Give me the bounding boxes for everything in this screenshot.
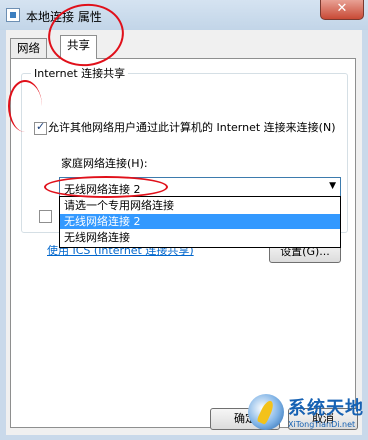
watermark: 系统天地 XiTongTianDi.net bbox=[246, 392, 368, 440]
dropdown-option-selected[interactable]: 无线网络连接 2 bbox=[60, 214, 340, 229]
allow-share-checkbox[interactable] bbox=[34, 120, 47, 135]
dropdown-option[interactable]: 请选一个专用网络连接 bbox=[60, 198, 340, 213]
group-title: Internet 连接共享 bbox=[31, 65, 129, 81]
allow-share-label: 允许其他网络用户通过此计算机的 Internet 连接来连接(N) bbox=[48, 121, 336, 134]
tab-sharing[interactable]: 共享 bbox=[60, 35, 97, 59]
watermark-name: 系统天地 bbox=[288, 398, 364, 419]
chevron-down-icon[interactable]: ▼ bbox=[329, 181, 336, 191]
watermark-url: XiTongTianDi.net bbox=[288, 420, 356, 429]
home-network-dropdown: 请选一个专用网络连接 无线网络连接 2 无线网络连接 bbox=[59, 196, 341, 248]
properties-window: 本地连接 属性 ✕ 网络 共享 Internet 连接共享 允许其他网络用户通过… bbox=[0, 0, 368, 440]
home-network-value: 无线网络连接 2 bbox=[64, 183, 141, 196]
sharing-panel: Internet 连接共享 允许其他网络用户通过此计算机的 Internet 连… bbox=[10, 58, 356, 428]
close-button[interactable]: ✕ bbox=[320, 0, 364, 20]
tab-network[interactable]: 网络 bbox=[10, 38, 47, 58]
home-network-select[interactable]: 无线网络连接 2 ▼ bbox=[59, 177, 341, 197]
window-title: 本地连接 属性 bbox=[26, 10, 102, 24]
title-bar[interactable]: 本地连接 属性 ✕ bbox=[0, 0, 368, 30]
network-icon bbox=[6, 8, 20, 22]
dialog-body: 网络 共享 Internet 连接共享 允许其他网络用户通过此计算机的 Inte… bbox=[6, 30, 362, 435]
watermark-logo bbox=[248, 394, 284, 430]
allow-control-checkbox[interactable] bbox=[39, 210, 52, 223]
home-network-label: 家庭网络连接(H): bbox=[61, 157, 148, 170]
dropdown-option[interactable]: 无线网络连接 bbox=[60, 230, 340, 245]
